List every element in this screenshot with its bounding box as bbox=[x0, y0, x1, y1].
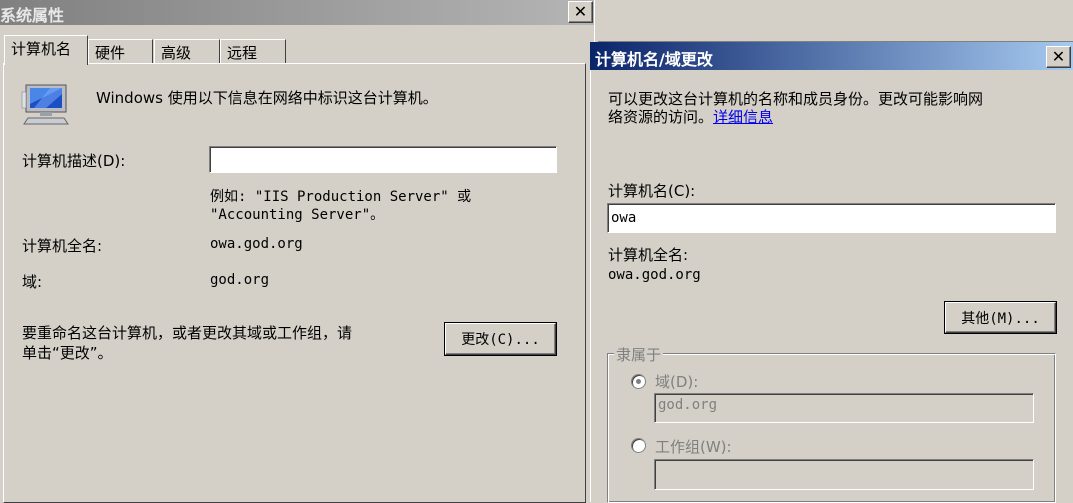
change-button[interactable]: 更改(C)... bbox=[445, 323, 556, 355]
dialog-full-name-value: owa.god.org bbox=[608, 267, 701, 283]
workgroup-input[interactable] bbox=[654, 459, 1034, 490]
system-properties-title: 系统属性 bbox=[0, 6, 65, 25]
domain-radio-label: 域(D): bbox=[655, 373, 699, 391]
computer-icon bbox=[21, 84, 69, 125]
intro-text: Windows 使用以下信息在网络中标识这台计算机。 bbox=[96, 89, 438, 107]
domain-value: god.org bbox=[210, 272, 270, 288]
domain-label: 域: bbox=[22, 273, 43, 291]
full-name-label: 计算机全名: bbox=[22, 237, 103, 255]
dialog-title: 计算机名/域更改 bbox=[595, 50, 713, 69]
background-window bbox=[598, 0, 1073, 42]
dialog-full-name-label: 计算机全名: bbox=[608, 246, 689, 264]
description-label: 计算机描述(D): bbox=[22, 152, 126, 170]
dialog-intro-text: 络资源的访问。 bbox=[608, 108, 714, 126]
example-line-1: 例如: "IIS Production Server" 或 bbox=[210, 189, 472, 205]
rename-instructions-line-2: 单击“更改”。 bbox=[22, 344, 113, 362]
domain-radio[interactable] bbox=[631, 374, 646, 389]
more-button[interactable]: 其他(M)... bbox=[945, 302, 1056, 333]
system-properties-titlebar[interactable] bbox=[0, 0, 598, 25]
workgroup-radio[interactable] bbox=[631, 438, 646, 453]
close-icon: ✕ bbox=[573, 2, 588, 21]
computer-name-input[interactable] bbox=[607, 203, 1056, 233]
tab-remote[interactable]: 远程 bbox=[220, 39, 286, 64]
dialog-intro-line-2: 络资源的访问。详细信息 bbox=[608, 106, 773, 127]
computer-description-input[interactable] bbox=[209, 146, 557, 173]
tab-advanced[interactable]: 高级 bbox=[154, 39, 220, 64]
rename-instructions-line-1: 要重命名这台计算机，或者更改其域或工作组，请 bbox=[22, 324, 353, 342]
tab-hardware[interactable]: 硬件 bbox=[88, 39, 153, 64]
tab-computer-name[interactable]: 计算机名 bbox=[4, 35, 88, 65]
dialog-close-button[interactable]: ✕ bbox=[1046, 46, 1071, 68]
member-of-legend: 隶属于 bbox=[614, 344, 664, 365]
domain-input[interactable]: god.org bbox=[654, 393, 1034, 423]
full-name-value: owa.god.org bbox=[210, 236, 303, 252]
close-icon: ✕ bbox=[1051, 47, 1066, 66]
radio-selected-dot bbox=[636, 379, 641, 384]
close-button[interactable]: ✕ bbox=[568, 1, 593, 23]
details-link[interactable]: 详细信息 bbox=[713, 108, 773, 126]
example-line-2: "Accounting Server"。 bbox=[210, 207, 385, 223]
tab-panel bbox=[3, 63, 586, 503]
workgroup-radio-label: 工作组(W): bbox=[655, 438, 732, 456]
computer-name-label: 计算机名(C): bbox=[608, 182, 696, 200]
